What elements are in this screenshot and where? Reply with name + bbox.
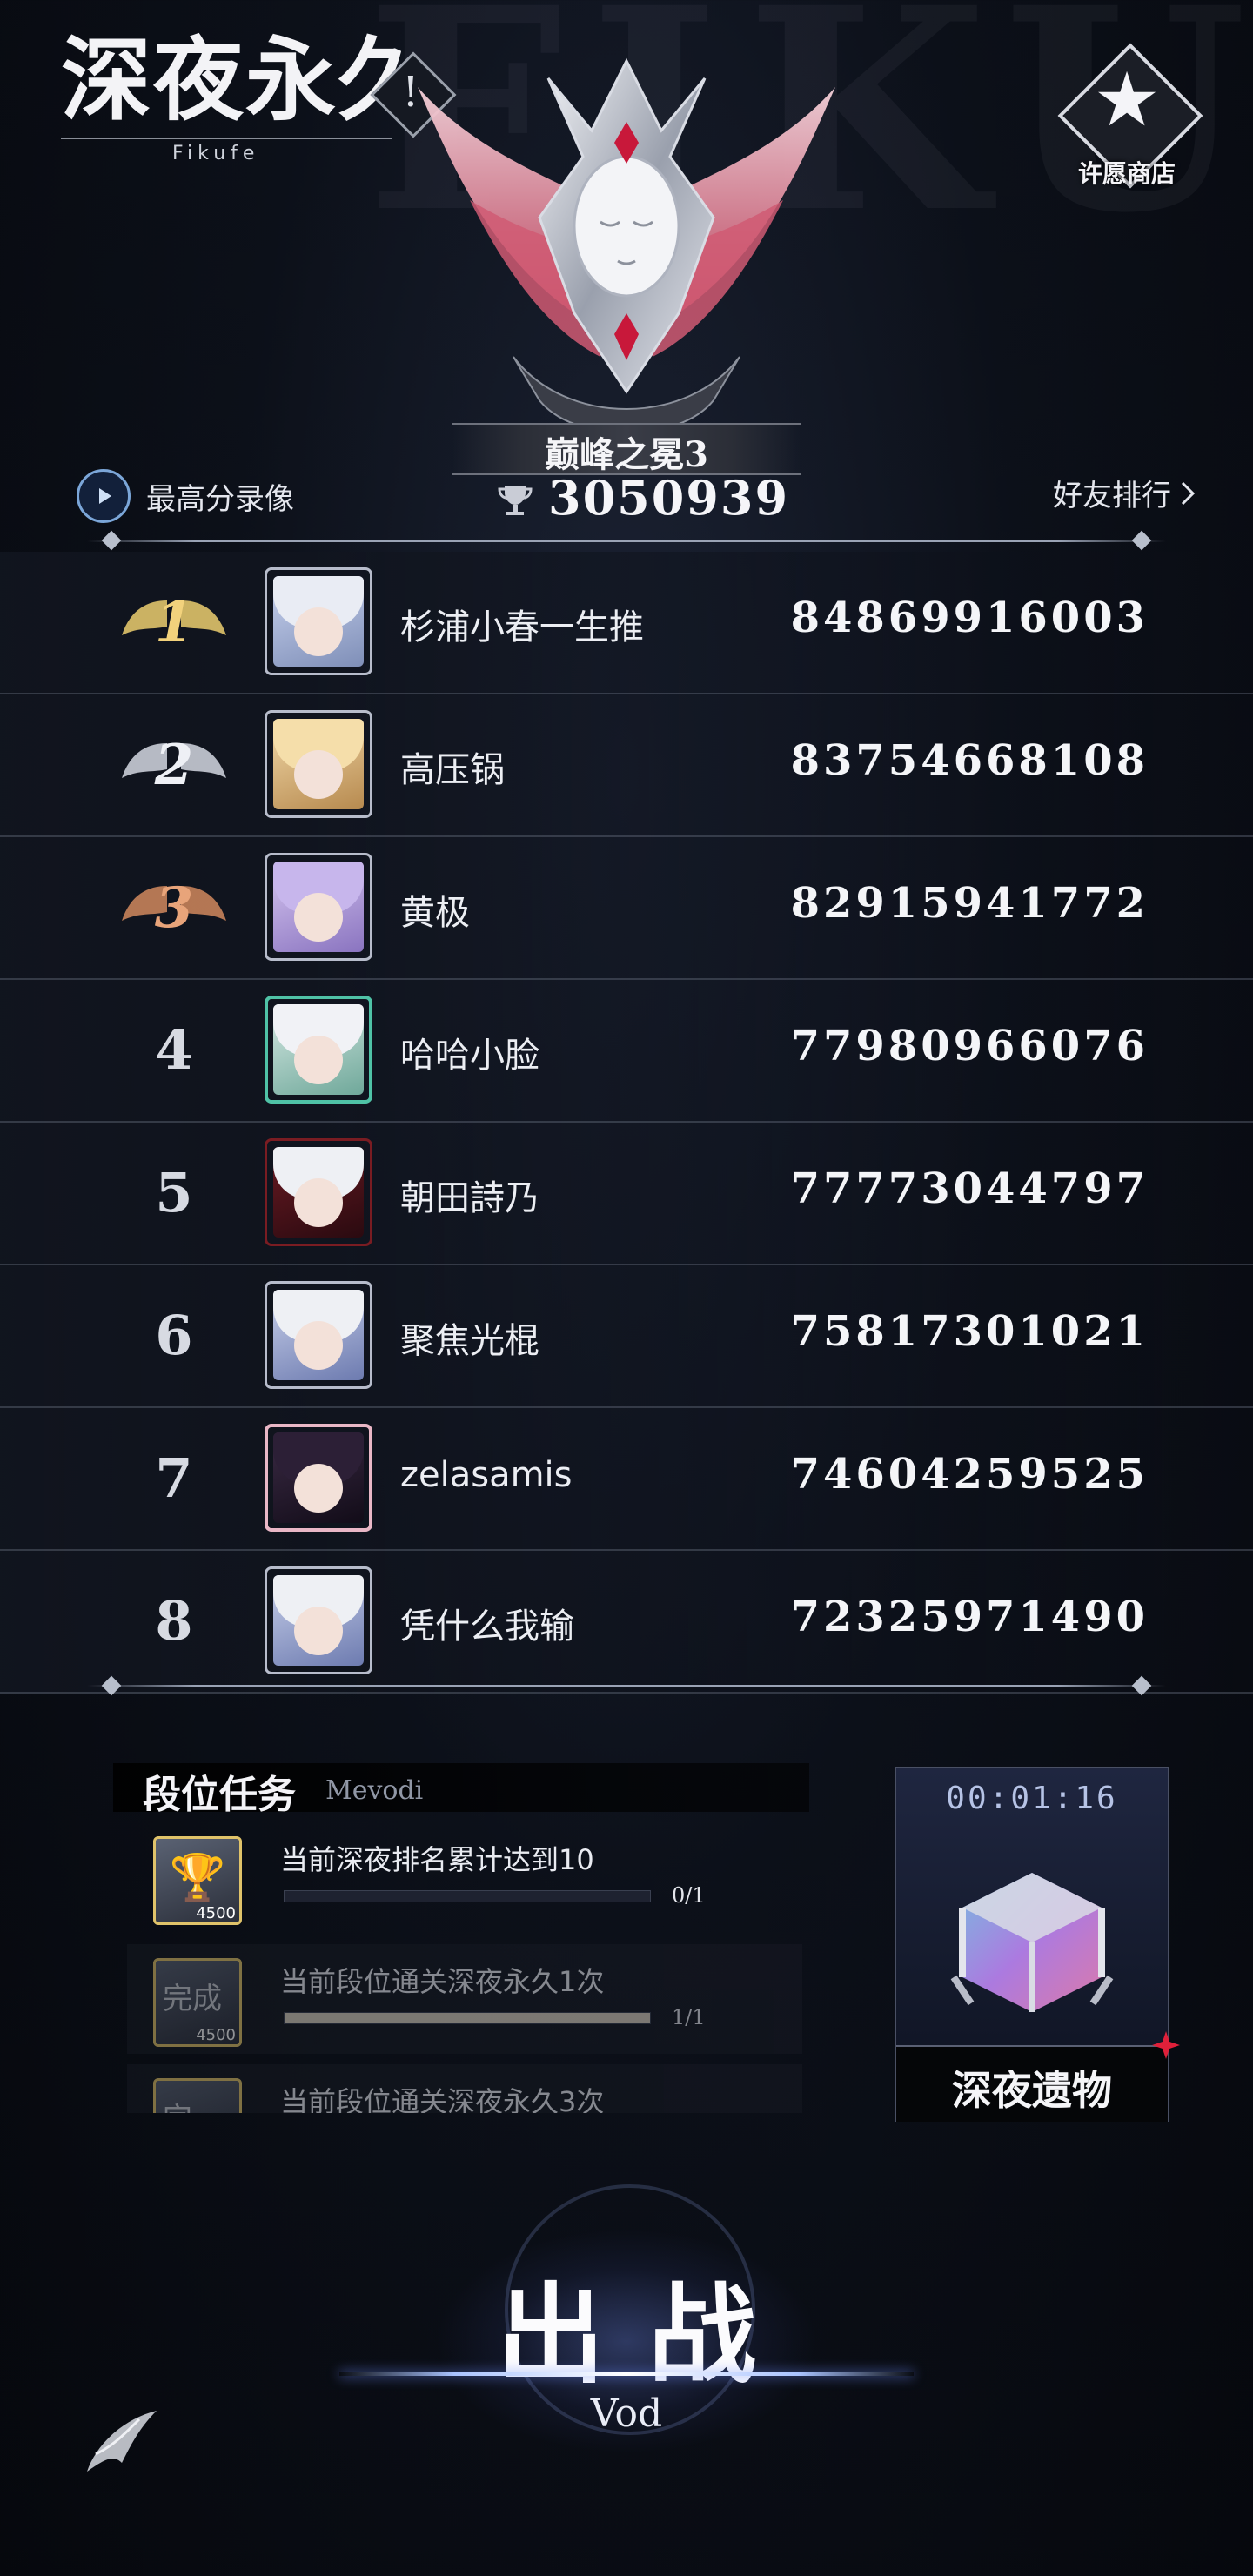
task-progress-text: 0/1	[672, 1883, 706, 1908]
player-name: 凭什么我输	[400, 1607, 574, 1647]
best-score: 3050939	[487, 470, 787, 531]
logo-divider	[61, 138, 392, 139]
task-reward-count: 4500	[196, 1904, 236, 1922]
task-progress-bar	[284, 2012, 651, 2024]
treasure-chest-icon	[950, 1873, 1114, 2012]
battle-label: 出战	[496, 2272, 800, 2398]
task-reward-count: 4500	[196, 2026, 236, 2044]
battle-underline	[339, 2372, 914, 2376]
player-avatar[interactable]	[265, 1566, 372, 1674]
friend-ranking-label: 好友排行	[1053, 479, 1171, 513]
wing-emblem-icon[interactable]	[70, 2393, 165, 2489]
rank-number: 4	[155, 1018, 193, 1082]
leaderboard-divider-bottom	[87, 1675, 1166, 1696]
leaderboard-row[interactable]: 8 凭什么我输 72325971490	[0, 1551, 1253, 1694]
play-circle-icon	[77, 469, 131, 523]
leaderboard-row[interactable]: 3 黄极 82915941772	[0, 837, 1253, 980]
player-avatar[interactable]	[265, 1281, 372, 1389]
relic-label: 深夜遗物	[952, 2067, 1112, 2114]
player-name: 朝田詩乃	[400, 1178, 539, 1218]
leaderboard-divider-top	[87, 530, 1166, 551]
player-score: 75817301021	[790, 1307, 1149, 1356]
task-item[interactable]: 🏆 4500 当前深夜排名累计达到10 0/1	[127, 1822, 802, 1932]
player-avatar[interactable]	[265, 996, 372, 1104]
wish-shop-button[interactable]: ★ 许愿商店	[1053, 43, 1203, 200]
rank-tasks-title: 段位任务	[143, 1773, 296, 1817]
player-avatar[interactable]	[265, 1424, 372, 1532]
rank-tasks-subtitle: Mevodi	[325, 1775, 424, 1806]
relic-timer: 00:01:16	[946, 1781, 1118, 1816]
battle-button[interactable]: 出战 Vod	[331, 2184, 922, 2454]
logo-subtitle: Fikufe	[172, 143, 260, 164]
player-name: 杉浦小春一生推	[400, 607, 644, 647]
rank-tasks-header: 段位任务 Mevodi	[113, 1763, 809, 1817]
player-score: 82915941772	[790, 879, 1149, 928]
task-reward-trophy-icon: 完成 4500	[153, 1958, 242, 2047]
rank-number: 8	[155, 1589, 193, 1653]
rank-number: 3	[154, 875, 194, 941]
task-progress-text: 1/1	[672, 2005, 706, 2029]
player-score: 74604259525	[790, 1450, 1149, 1499]
player-name: zelasamis	[400, 1455, 573, 1495]
leaderboard: 1 杉浦小春一生推 84869916003 2 高压锅 83754668108 …	[0, 552, 1253, 1694]
game-logo: 深夜永久 Fikufe !	[61, 35, 457, 174]
rank-number: 5	[155, 1161, 193, 1224]
rank-number: 7	[155, 1446, 193, 1510]
star-icon: ★	[1093, 57, 1161, 144]
best-score-value: 3050939	[548, 470, 790, 526]
battle-sublabel: Vod	[590, 2392, 663, 2436]
rank-medal-bronze-icon: 3	[122, 862, 226, 949]
task-progress-bar	[284, 1890, 651, 1902]
player-avatar[interactable]	[265, 853, 372, 961]
task-description: 当前段位通关深夜永久3次	[280, 2085, 605, 2113]
player-name: 黄极	[400, 893, 470, 933]
rank-medal-gold-icon: 1	[122, 576, 226, 663]
task-item[interactable]: 完 当前段位通关深夜永久3次	[127, 2064, 802, 2113]
best-score-replay-button[interactable]: 最高分录像	[77, 469, 294, 523]
wish-shop-label: 许愿商店	[1077, 159, 1176, 188]
leaderboard-row[interactable]: 5 朝田詩乃 77773044797	[0, 1123, 1253, 1265]
rank-medal-silver-icon: 2	[122, 719, 226, 806]
player-score: 72325971490	[790, 1593, 1149, 1641]
player-name: 高压锅	[400, 750, 505, 790]
player-score: 77773044797	[790, 1164, 1149, 1213]
relic-label-box: 深夜遗物	[896, 2045, 1168, 2122]
task-description: 当前深夜排名累计达到10	[280, 1843, 594, 1876]
leaderboard-row[interactable]: 7 zelasamis 74604259525	[0, 1408, 1253, 1551]
leaderboard-row[interactable]: 2 高压锅 83754668108	[0, 694, 1253, 837]
player-score: 83754668108	[790, 736, 1149, 785]
rank-number: 2	[154, 733, 194, 798]
rank-number: 1	[154, 590, 194, 655]
friend-ranking-button[interactable]: 好友排行	[1053, 472, 1196, 514]
chevron-right-icon	[1181, 481, 1196, 505]
notification-badge-icon	[1152, 2031, 1180, 2059]
task-item[interactable]: 完成 4500 当前段位通关深夜永久1次 1/1	[127, 1944, 802, 2054]
player-avatar[interactable]	[265, 710, 372, 818]
player-avatar[interactable]	[265, 567, 372, 675]
task-complete-stamp: 完成	[163, 1982, 222, 2016]
rank-number: 6	[155, 1304, 193, 1367]
task-reward-trophy-icon: 🏆 4500	[153, 1836, 242, 1925]
replay-label: 最高分录像	[146, 481, 294, 517]
player-name: 聚焦光棍	[400, 1321, 539, 1361]
task-complete-stamp: 完	[163, 2095, 192, 2113]
leaderboard-row[interactable]: 1 杉浦小春一生推 84869916003	[0, 552, 1253, 694]
player-avatar[interactable]	[265, 1138, 372, 1246]
leaderboard-row[interactable]: 4 哈哈小脸 77980966076	[0, 980, 1253, 1123]
player-score: 84869916003	[790, 594, 1149, 642]
leaderboard-row[interactable]: 6 聚焦光棍 75817301021	[0, 1265, 1253, 1408]
task-description: 当前段位通关深夜永久1次	[280, 1965, 605, 1998]
trophy-icon	[498, 486, 533, 515]
task-reward-trophy-icon: 完	[153, 2078, 242, 2113]
night-relic-panel[interactable]: 00:01:16 深夜遗物	[895, 1767, 1180, 2122]
player-score: 77980966076	[790, 1022, 1149, 1070]
player-name: 哈哈小脸	[400, 1036, 539, 1076]
